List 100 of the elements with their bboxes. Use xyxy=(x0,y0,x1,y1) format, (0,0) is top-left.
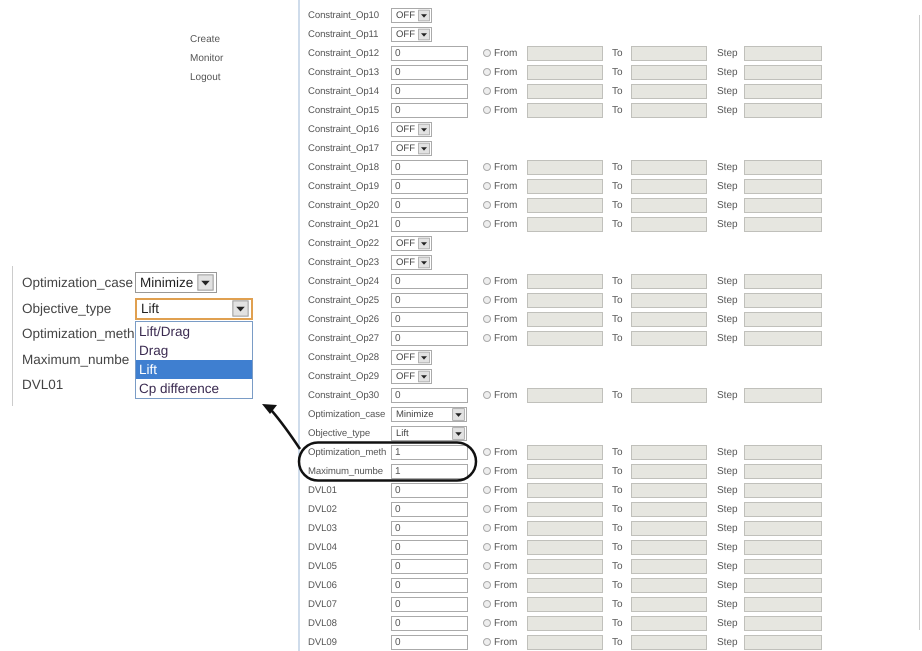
step-field[interactable] xyxy=(744,64,822,80)
to-field[interactable] xyxy=(631,388,707,402)
to-field[interactable] xyxy=(631,464,707,478)
from-field[interactable] xyxy=(527,312,603,326)
from-field[interactable] xyxy=(527,482,603,498)
radio-button[interactable] xyxy=(483,277,491,285)
to-field[interactable] xyxy=(631,46,707,60)
step-field[interactable] xyxy=(744,616,822,630)
radio-button[interactable] xyxy=(483,296,491,304)
value-field[interactable]: 0 xyxy=(391,596,468,612)
radio-button[interactable] xyxy=(483,562,491,570)
dropdown[interactable]: OFF xyxy=(391,350,432,364)
from-field[interactable] xyxy=(527,634,603,650)
radio-button[interactable] xyxy=(483,201,491,209)
value-field[interactable]: 0 xyxy=(391,216,468,232)
step-field[interactable] xyxy=(744,312,822,326)
step-field[interactable] xyxy=(744,160,822,174)
step-field[interactable] xyxy=(744,578,822,592)
dropdown[interactable]: Minimize xyxy=(391,406,467,422)
radio-button[interactable] xyxy=(483,391,491,399)
radio-button[interactable] xyxy=(483,220,491,228)
step-field[interactable] xyxy=(744,558,822,574)
radio-button[interactable] xyxy=(483,486,491,494)
dropdown[interactable]: OFF xyxy=(391,122,432,136)
to-field[interactable] xyxy=(631,102,707,118)
radio-button[interactable] xyxy=(483,638,491,646)
to-field[interactable] xyxy=(631,616,707,630)
dropdown[interactable]: OFF xyxy=(391,140,432,156)
from-field[interactable] xyxy=(527,388,603,402)
value-field[interactable]: 0 xyxy=(391,388,468,402)
dropdown[interactable]: Lift xyxy=(391,426,467,440)
from-field[interactable] xyxy=(527,464,603,478)
to-field[interactable] xyxy=(631,64,707,80)
radio-button[interactable] xyxy=(483,581,491,589)
nav-link[interactable]: Create xyxy=(190,33,298,47)
value-field[interactable]: 0 xyxy=(391,540,468,554)
value-field[interactable]: 0 xyxy=(391,198,468,212)
step-field[interactable] xyxy=(744,444,822,460)
radio-button[interactable] xyxy=(483,467,491,475)
step-field[interactable] xyxy=(744,634,822,650)
step-field[interactable] xyxy=(744,198,822,212)
value-field[interactable]: 0 xyxy=(391,274,468,288)
to-field[interactable] xyxy=(631,330,707,346)
to-field[interactable] xyxy=(631,312,707,326)
to-field[interactable] xyxy=(631,274,707,288)
to-field[interactable] xyxy=(631,540,707,554)
step-field[interactable] xyxy=(744,464,822,478)
from-field[interactable] xyxy=(527,198,603,212)
step-field[interactable] xyxy=(744,482,822,498)
from-field[interactable] xyxy=(527,596,603,612)
value-field[interactable]: 0 xyxy=(391,616,468,630)
dropdown[interactable]: OFF xyxy=(391,26,432,42)
to-field[interactable] xyxy=(631,160,707,174)
dropdown[interactable]: Minimize xyxy=(135,272,218,293)
step-field[interactable] xyxy=(744,540,822,554)
from-field[interactable] xyxy=(527,292,603,308)
step-field[interactable] xyxy=(744,46,822,60)
to-field[interactable] xyxy=(631,634,707,650)
step-field[interactable] xyxy=(744,502,822,516)
radio-button[interactable] xyxy=(483,163,491,171)
dropdown[interactable]: OFF xyxy=(391,254,432,270)
radio-button[interactable] xyxy=(483,106,491,114)
value-field[interactable]: 0 xyxy=(391,178,468,194)
dropdown[interactable]: OFF xyxy=(391,236,432,250)
step-field[interactable] xyxy=(744,596,822,612)
radio-button[interactable] xyxy=(483,543,491,551)
from-field[interactable] xyxy=(527,274,603,288)
dropdown-option[interactable]: Lift xyxy=(136,360,252,378)
value-field[interactable]: 1 xyxy=(391,464,468,478)
to-field[interactable] xyxy=(631,444,707,460)
nav-link[interactable]: Monitor xyxy=(190,52,298,66)
from-field[interactable] xyxy=(527,558,603,574)
value-field[interactable]: 0 xyxy=(391,312,468,326)
step-field[interactable] xyxy=(744,216,822,232)
value-field[interactable]: 0 xyxy=(391,160,468,174)
value-field[interactable]: 0 xyxy=(391,84,468,98)
dropdown[interactable]: Lift xyxy=(135,298,253,320)
value-field[interactable]: 0 xyxy=(391,634,468,650)
from-field[interactable] xyxy=(527,102,603,118)
step-field[interactable] xyxy=(744,520,822,536)
to-field[interactable] xyxy=(631,558,707,574)
dropdown[interactable]: OFF xyxy=(391,368,432,384)
dropdown-option[interactable]: Drag xyxy=(136,340,252,360)
step-field[interactable] xyxy=(744,330,822,346)
step-field[interactable] xyxy=(744,292,822,308)
to-field[interactable] xyxy=(631,198,707,212)
radio-button[interactable] xyxy=(483,619,491,627)
from-field[interactable] xyxy=(527,178,603,194)
radio-button[interactable] xyxy=(483,524,491,532)
radio-button[interactable] xyxy=(483,87,491,95)
radio-button[interactable] xyxy=(483,334,491,342)
nav-link[interactable]: Logout xyxy=(190,71,298,85)
from-field[interactable] xyxy=(527,64,603,80)
value-field[interactable]: 1 xyxy=(391,444,468,460)
value-field[interactable]: 0 xyxy=(391,46,468,60)
from-field[interactable] xyxy=(527,578,603,592)
to-field[interactable] xyxy=(631,84,707,98)
to-field[interactable] xyxy=(631,482,707,498)
value-field[interactable]: 0 xyxy=(391,482,468,498)
radio-button[interactable] xyxy=(483,49,491,57)
